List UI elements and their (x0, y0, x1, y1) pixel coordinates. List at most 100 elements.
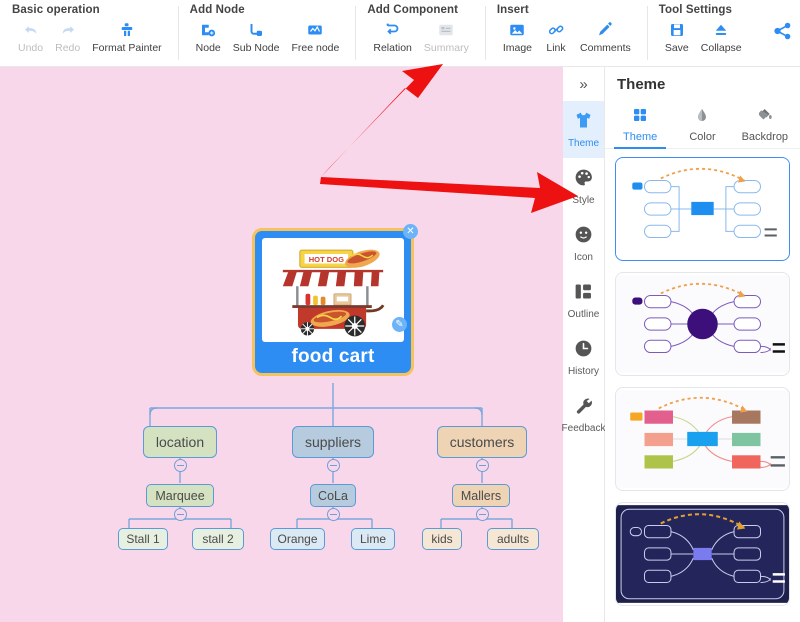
close-icon: ✕ (406, 226, 415, 237)
outline-icon (573, 281, 594, 307)
insert-link-button[interactable]: Link (538, 19, 574, 54)
insert-image-button[interactable]: Image (497, 19, 538, 54)
node-stall-1[interactable]: Stall 1 (118, 528, 168, 550)
node-lime[interactable]: Lime (351, 528, 395, 550)
theme-card-purple-radial[interactable] (615, 272, 790, 376)
relation-icon (384, 20, 402, 40)
add-node-button[interactable]: Node (190, 19, 227, 54)
collapse-toggle-mallers[interactable] (476, 508, 489, 521)
redo-button[interactable]: Redo (49, 19, 86, 54)
image-icon (508, 20, 526, 40)
format-painter-label: Format Painter (92, 42, 162, 54)
share-icon (772, 20, 794, 47)
rail-label-icon: Icon (574, 252, 593, 263)
summary-icon (437, 20, 455, 40)
rail-item-outline[interactable]: Outline (563, 272, 604, 329)
share-button[interactable]: Share (768, 16, 800, 51)
paint-bucket-icon (757, 107, 773, 128)
collapse-toggle-suppliers[interactable] (327, 459, 340, 472)
theme-card-blue-classic[interactable] (615, 157, 790, 261)
summary-button[interactable]: Summary (418, 19, 475, 54)
theme-card-dark-navy[interactable] (615, 502, 790, 606)
tab-theme[interactable]: Theme (609, 101, 671, 149)
theme-thumbnail-list[interactable] (605, 149, 800, 622)
chevron-double-right-icon: » (579, 75, 588, 93)
toolbar-group-title: Add Component (367, 4, 459, 16)
grid-icon (632, 107, 648, 128)
rail-item-feedback[interactable]: Feedback (561, 386, 606, 443)
node-adults[interactable]: adults (487, 528, 539, 550)
root-node-label: food cart (291, 346, 375, 367)
node-suppliers[interactable]: suppliers (292, 426, 374, 458)
add-sub-node-button[interactable]: Sub Node (227, 19, 286, 54)
tab-backdrop-label: Backdrop (741, 131, 789, 143)
toolbar-group-add-node: Add Node Node Sub Node Free node (177, 0, 356, 66)
free-node-label: Free node (291, 42, 340, 54)
insert-comments-label: Comments (580, 42, 631, 54)
insert-image-label: Image (502, 42, 533, 54)
format-painter-button[interactable]: Format Painter (86, 19, 167, 54)
mindmap-canvas[interactable]: HOT DOG food cart ✕ ✎ location suppliers… (0, 67, 563, 622)
node-mallers[interactable]: Mallers (452, 484, 510, 507)
pencil-icon: ✎ (395, 319, 404, 330)
toolbar-group-title: Basic operation (12, 4, 100, 16)
tab-color-label: Color (689, 131, 716, 143)
node-kids[interactable]: kids (422, 528, 462, 550)
save-label: Save (664, 42, 689, 54)
save-button[interactable]: Save (659, 19, 695, 54)
collapse-label: Collapse (700, 42, 742, 54)
theme-card-colorful[interactable] (615, 387, 790, 491)
node-stall-2[interactable]: stall 2 (192, 528, 244, 550)
node-cola[interactable]: CoLa (310, 484, 356, 507)
rail-label-outline: Outline (567, 309, 600, 320)
rail-item-history[interactable]: History (563, 329, 604, 386)
root-node-food-cart[interactable]: HOT DOG food cart ✕ ✎ (252, 224, 418, 376)
save-icon (668, 20, 686, 40)
node-location[interactable]: location (143, 426, 217, 458)
right-icon-rail: » Theme Style Icon Outline History Feedb… (561, 67, 606, 622)
node-marquee[interactable]: Marquee (146, 484, 214, 507)
tshirt-icon (573, 110, 594, 136)
rail-label-feedback: Feedback (561, 423, 606, 434)
svg-text:HOT DOG: HOT DOG (309, 255, 344, 264)
node-orange[interactable]: Orange (270, 528, 325, 550)
toolbar-group-title: Add Node (189, 4, 245, 16)
comments-icon (596, 20, 614, 40)
collapse-toggle-marquee[interactable] (174, 508, 187, 521)
rail-item-icon[interactable]: Icon (563, 215, 604, 272)
collapse-button[interactable]: Collapse (695, 19, 748, 54)
theme-panel: Theme Theme Color Backdrop (605, 67, 800, 622)
collapse-toggle-customers[interactable] (476, 459, 489, 472)
main-toolbar: Basic operation Undo Redo Format Painter… (0, 0, 800, 67)
tab-theme-label: Theme (623, 131, 658, 143)
redo-label: Redo (55, 42, 81, 54)
tab-backdrop[interactable]: Backdrop (734, 101, 796, 148)
toolbar-group-add-component: Add Component Relation Summary (355, 0, 484, 66)
clock-icon (573, 338, 594, 364)
node-customers[interactable]: customers (437, 426, 527, 458)
root-node-edit-badge[interactable]: ✎ (392, 317, 407, 332)
palette-icon (573, 167, 594, 193)
free-node-icon (306, 20, 324, 40)
toolbar-group-insert: Insert Image Link Comments (484, 0, 647, 66)
add-node-icon (199, 20, 217, 40)
panel-collapse-button[interactable]: » (563, 67, 604, 101)
undo-label: Undo (18, 42, 44, 54)
smiley-icon (573, 224, 594, 250)
relation-button[interactable]: Relation (367, 19, 418, 54)
root-node-close-badge[interactable]: ✕ (403, 224, 418, 239)
collapse-toggle-cola[interactable] (327, 508, 340, 521)
rail-item-theme[interactable]: Theme (563, 101, 604, 158)
undo-button[interactable]: Undo (12, 19, 49, 54)
undo-icon (22, 20, 40, 40)
rail-item-style[interactable]: Style (563, 158, 604, 215)
toolbar-group-tool-settings: Tool Settings Save Collapse (646, 0, 758, 66)
link-icon (547, 20, 565, 40)
tab-color[interactable]: Color (671, 101, 733, 148)
rail-label-history: History (567, 366, 600, 377)
root-node-image: HOT DOG (262, 238, 404, 342)
free-node-button[interactable]: Free node (285, 19, 345, 54)
insert-comments-button[interactable]: Comments (574, 19, 637, 54)
collapse-toggle-location[interactable] (174, 459, 187, 472)
summary-label: Summary (423, 42, 469, 54)
